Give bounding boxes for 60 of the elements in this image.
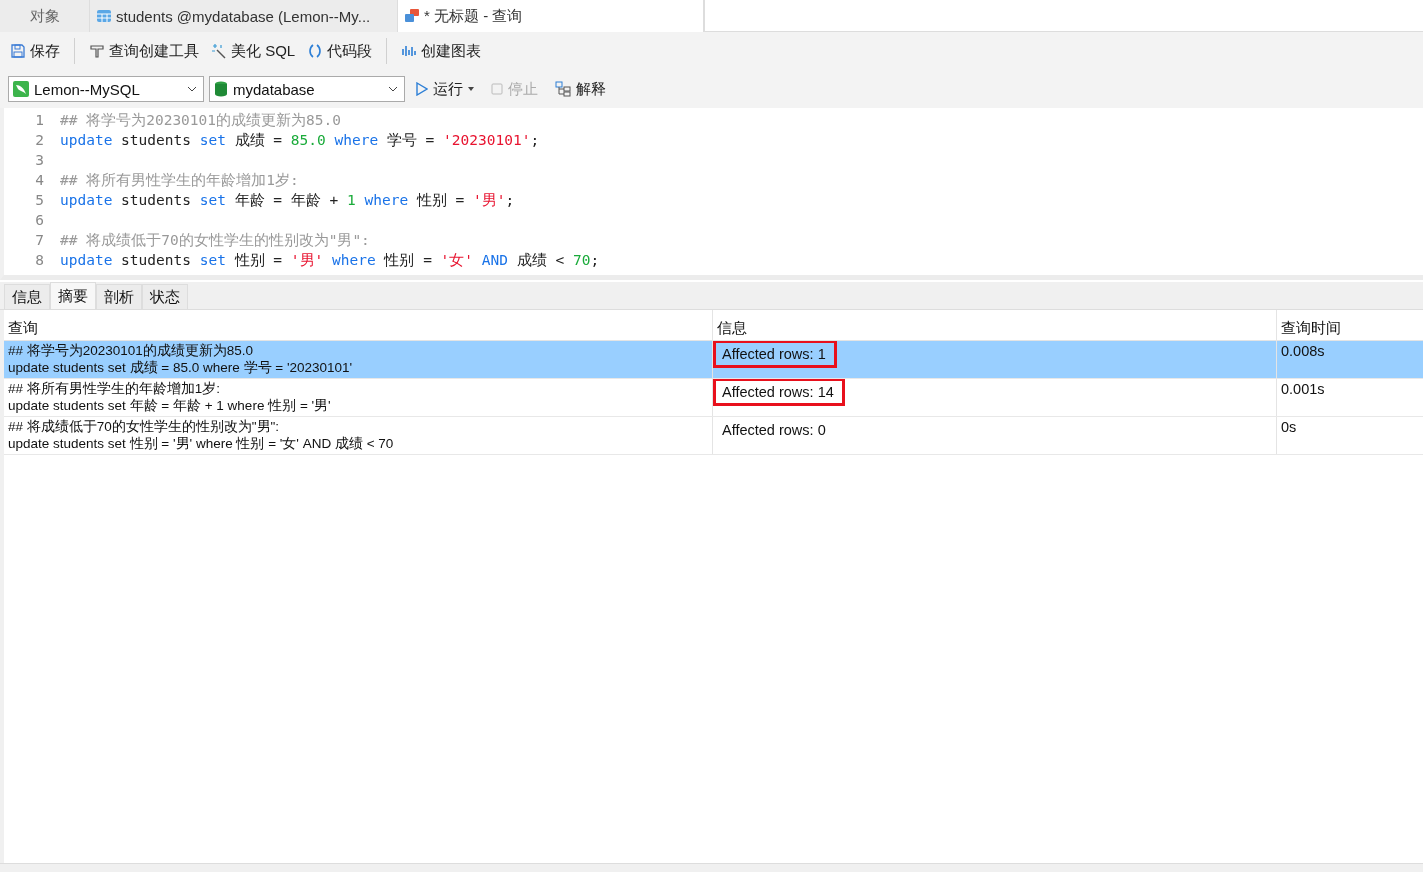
connection-dropdown[interactable]: Lemon--MySQL [8, 76, 204, 102]
table-row[interactable]: ## 将成绩低于70的女性学生的性别改为"男": update students set 性别 = '男' where 性别 = '女' AND 成绩 < 70 Affected rows: 0 0s [4, 417, 1423, 455]
table-row[interactable]: ## 将学号为20230101的成绩更新为85.0 update students set 成绩 = 85.0 where 学号 = '20230101' Affected rows: 1 0.008s [4, 341, 1423, 379]
column-header[interactable]: 查询 [4, 310, 713, 340]
affected-rows-text: Affected rows: 1 [713, 341, 837, 368]
line-number: 2 [34, 132, 45, 148]
line-number: 7 [34, 232, 45, 248]
column-header[interactable]: 查询时间 [1277, 310, 1423, 340]
result-tab[interactable]: 剖析 [96, 284, 142, 309]
chart-icon [401, 43, 418, 59]
parentheses-icon [307, 43, 324, 59]
code-line: ## 将学号为20230101的成绩更新为85.0 [60, 110, 341, 130]
database-dropdown[interactable]: mydatabase [209, 76, 405, 102]
wand-icon [211, 43, 227, 59]
line-number: 5 [34, 192, 45, 208]
code-line: update students set 性别 = '男' where 性别 = '女' AND 成绩 < 70; [60, 250, 600, 270]
column-header[interactable]: 信息 [713, 310, 1277, 340]
action-button[interactable]: 运行 [410, 77, 480, 101]
toolbar-button[interactable]: 查询创建工具 [85, 39, 203, 63]
line-number: 1 [34, 112, 45, 128]
action-button[interactable]: 解释 [549, 77, 612, 101]
line-number: 3 [34, 152, 45, 168]
line-number: 8 [34, 252, 45, 268]
toolbar-button[interactable]: 美化 SQL [207, 39, 300, 63]
document-tab[interactable]: * 无标题 - 查询 [398, 0, 704, 32]
square-icon [491, 83, 503, 95]
query-time: 0s [1281, 419, 1298, 435]
code-line: ## 将所有男性学生的年龄增加1岁: [60, 170, 299, 190]
result-tab[interactable]: 摘要 [50, 282, 96, 309]
query-text: ## 将成绩低于70的女性学生的性别改为"男": [8, 418, 281, 435]
toolbar-button[interactable]: 代码段 [303, 39, 377, 63]
caret-icon [468, 87, 474, 91]
query-time: 0.001s [1281, 381, 1326, 397]
query-icon [404, 8, 420, 24]
query-text: update students set 年龄 = 年龄 + 1 where 性别 = '男' [8, 397, 332, 414]
code-line: update students set 成绩 = 85.0 where 学号 = '20230101'; [60, 130, 540, 150]
affected-rows-text: Affected rows: 14 [713, 379, 845, 406]
chevron-down-icon [187, 86, 197, 92]
play-icon [416, 82, 428, 96]
save-icon [10, 43, 26, 59]
query-text: ## 将所有男性学生的年龄增加1岁: [8, 380, 222, 397]
chevron-down-icon [388, 86, 398, 92]
table-icon [96, 8, 112, 24]
diagram-icon [555, 81, 571, 97]
query-text: update students set 成绩 = 85.0 where 学号 = '20230101' [8, 359, 354, 376]
line-number: 4 [34, 172, 45, 188]
code-line: update students set 年龄 = 年龄 + 1 where 性别 = '男'; [60, 190, 515, 210]
hammer-icon [89, 43, 105, 59]
line-number: 6 [34, 212, 45, 228]
query-text: ## 将学号为20230101的成绩更新为85.0 [8, 342, 255, 359]
result-tab[interactable]: 状态 [142, 284, 188, 309]
database-icon [214, 81, 228, 97]
result-tab[interactable]: 信息 [4, 284, 50, 309]
query-time: 0.008s [1281, 343, 1326, 359]
affected-rows-text: Affected rows: 0 [721, 421, 827, 440]
table-row[interactable]: ## 将所有男性学生的年龄增加1岁: update students set 年龄 = 年龄 + 1 where 性别 = '男' Affected rows: 14 0.001s [4, 379, 1423, 417]
toolbar-button[interactable]: 保存 [6, 39, 64, 63]
toolbar-button[interactable]: 创建图表 [397, 39, 486, 63]
query-text: update students set 性别 = '男' where 性别 = '女' AND 成绩 < 70 [8, 435, 395, 452]
code-line: ## 将成绩低于70的女性学生的性别改为"男": [60, 230, 370, 250]
